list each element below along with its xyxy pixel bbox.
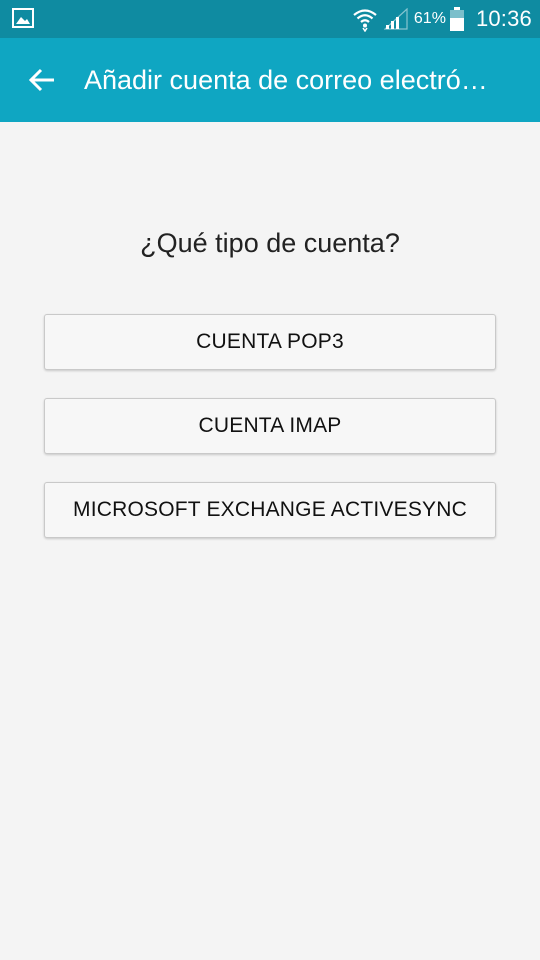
account-type-question: ¿Qué tipo de cuenta? [140, 228, 400, 258]
status-bar: 61% 10:36 [0, 0, 540, 38]
status-icons: 61% 10:36 [352, 0, 532, 38]
gallery-icon [12, 8, 34, 28]
app-bar: Añadir cuenta de correo electró… [0, 38, 540, 122]
wifi-icon [353, 9, 377, 32]
signal-icon [383, 8, 408, 30]
clock: 10:36 [475, 6, 532, 31]
back-button[interactable] [18, 58, 66, 102]
arrow-left-icon [28, 68, 54, 92]
exchange-activesync-button[interactable]: MICROSOFT EXCHANGE ACTIVESYNC [44, 482, 496, 538]
imap-account-button[interactable]: CUENTA IMAP [44, 398, 496, 454]
battery-icon [449, 7, 464, 31]
pop3-account-button[interactable]: CUENTA POP3 [44, 314, 496, 370]
page-title: Añadir cuenta de correo electró… [84, 65, 488, 95]
battery-percent: 61% [413, 10, 446, 27]
